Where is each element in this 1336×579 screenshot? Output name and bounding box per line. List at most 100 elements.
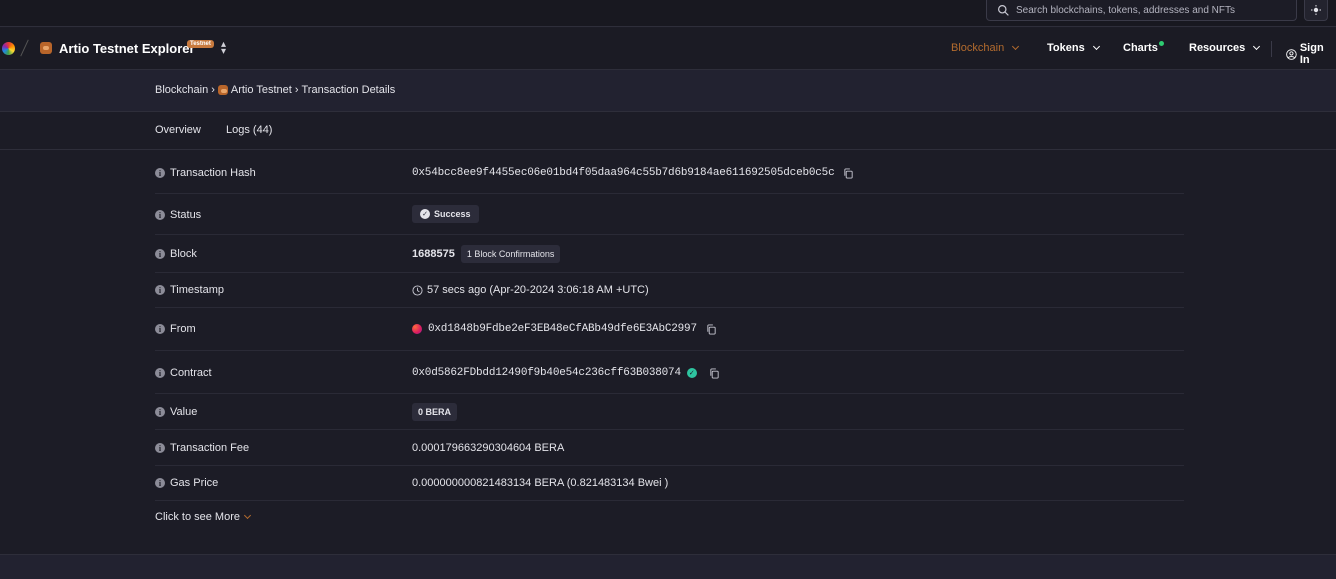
detail-label: i Block	[155, 248, 197, 260]
main-navbar: Artio Testnet Explorer Testnet ▴ ▾ Blockc…	[0, 28, 1336, 70]
fee-label: Transaction Fee	[170, 442, 250, 454]
from-address[interactable]: 0xd1848b9Fdbe2eF3EB48eCfABb49dfe6E3AbC29…	[428, 323, 697, 335]
timestamp-label: Timestamp	[170, 284, 224, 296]
breadcrumb-bar: Blockchain › Artio Testnet › Transaction…	[0, 70, 1336, 112]
detail-value: 0xd1848b9Fdbe2eF3EB48eCfABb49dfe6E3AbC29…	[412, 323, 717, 335]
address-avatar	[412, 324, 422, 334]
detail-label: i From	[155, 323, 196, 335]
chevron-down-icon	[1012, 42, 1020, 51]
info-icon[interactable]: i	[155, 407, 165, 417]
info-icon[interactable]: i	[155, 210, 165, 220]
contract-address[interactable]: 0x0d5862FDbdd12490f9b40e54c236cff63B0380…	[412, 367, 681, 379]
detail-row-fee: i Transaction Fee 0.000179663290304604 B…	[155, 430, 1184, 466]
from-label: From	[170, 323, 196, 335]
detail-row-value: i Value 0 BERA	[155, 394, 1184, 430]
tab-logs[interactable]: Logs (44)	[226, 124, 272, 136]
confirmations-badge: 1 Block Confirmations	[460, 245, 561, 263]
nav-blockchain-label: Blockchain	[951, 42, 1005, 54]
search-input[interactable]	[1016, 4, 1286, 16]
chevron-down-icon	[1092, 42, 1100, 51]
detail-value: 0x0d5862FDbdd12490f9b40e54c236cff63B0380…	[412, 367, 720, 379]
breadcrumb-separator: ›	[211, 84, 215, 96]
testnet-badge: Testnet	[187, 40, 214, 48]
info-icon[interactable]: i	[155, 324, 165, 334]
nav-resources[interactable]: Resources	[1189, 42, 1261, 54]
info-icon[interactable]: i	[155, 368, 165, 378]
detail-label: i Status	[155, 209, 201, 221]
gas-price-value: 0.000000000821483134 BERA (0.821483134 B…	[412, 477, 669, 489]
breadcrumb-network[interactable]: Artio Testnet	[231, 84, 292, 96]
footer-bar	[0, 554, 1336, 579]
info-icon[interactable]: i	[155, 443, 165, 453]
contract-label: Contract	[170, 367, 212, 379]
bera-logo-icon	[217, 85, 228, 95]
copy-icon[interactable]	[706, 323, 717, 335]
info-icon[interactable]: i	[155, 478, 165, 488]
clock-icon	[412, 284, 423, 296]
info-icon[interactable]: i	[155, 285, 165, 295]
detail-row-gas-price: i Gas Price 0.000000000821483134 BERA (0…	[155, 466, 1184, 501]
new-indicator-dot	[1159, 41, 1164, 46]
status-label: Status	[170, 209, 202, 221]
detail-row-from: i From 0xd1848b9Fdbe2eF3EB48eCfABb49dfe6…	[155, 308, 1184, 351]
hash-label: Transaction Hash	[170, 167, 256, 179]
divider	[20, 39, 29, 57]
timestamp-value: 57 secs ago (Apr-20-2024 3:06:18 AM +UTC…	[427, 284, 649, 296]
nav-tokens[interactable]: Tokens	[1047, 42, 1100, 54]
value-label: Value	[170, 406, 198, 418]
sign-in-label: Sign In	[1299, 42, 1324, 66]
breadcrumb-blockchain[interactable]: Blockchain	[155, 84, 208, 96]
detail-value: ✓ Success	[412, 205, 479, 223]
copy-icon[interactable]	[709, 367, 720, 379]
check-circle-icon: ✓	[420, 209, 430, 219]
detail-row-timestamp: i Timestamp 57 secs ago (Apr-20-2024 3:0…	[155, 273, 1184, 308]
detail-label: i Transaction Hash	[155, 167, 256, 179]
detail-label: i Timestamp	[155, 284, 224, 296]
sign-in-button[interactable]: Sign In	[1286, 42, 1336, 66]
detail-label: i Contract	[155, 367, 212, 379]
gas-price-label: Gas Price	[170, 477, 219, 489]
chevron-down-icon	[243, 511, 252, 520]
tabs-bar: Overview Logs (44)	[0, 112, 1336, 150]
info-icon[interactable]: i	[155, 168, 165, 178]
nav-blockchain[interactable]: Blockchain	[951, 42, 1020, 54]
nav-tokens-label: Tokens	[1047, 42, 1085, 54]
search-icon	[998, 4, 1009, 16]
detail-row-hash: i Transaction Hash 0x54bcc8ee9f4455ec06e…	[155, 150, 1184, 194]
status-text: Success	[434, 209, 471, 219]
detail-row-contract: i Contract 0x0d5862FDbdd12490f9b40e54c23…	[155, 351, 1184, 394]
brand-title[interactable]: Artio Testnet Explorer	[59, 41, 195, 56]
chain-wheel-logo[interactable]	[2, 42, 15, 55]
detail-row-status: i Status ✓ Success	[155, 194, 1184, 235]
nav-resources-label: Resources	[1189, 42, 1246, 54]
search-box[interactable]	[986, 0, 1297, 21]
top-utility-bar	[0, 0, 1336, 27]
breadcrumb-current: Transaction Details	[301, 84, 396, 96]
status-badge: ✓ Success	[412, 205, 479, 223]
detail-value: 57 secs ago (Apr-20-2024 3:06:18 AM +UTC…	[412, 284, 649, 296]
detail-row-block: i Block 1688575 1 Block Confirmations	[155, 235, 1184, 273]
detail-label: i Value	[155, 406, 197, 418]
nav-charts-label: Charts	[1123, 42, 1158, 54]
verified-check-icon: ✓	[686, 368, 697, 378]
see-more-label: Click to see More	[155, 511, 240, 523]
copy-icon[interactable]	[843, 167, 854, 179]
theme-toggle-button[interactable]	[1304, 0, 1328, 21]
transaction-hash: 0x54bcc8ee9f4455ec06e01bd4f05daa964c55b7…	[412, 167, 835, 179]
user-icon	[1286, 48, 1297, 60]
detail-label: i Transaction Fee	[155, 442, 249, 454]
nav-charts[interactable]: Charts	[1123, 42, 1158, 54]
sun-icon	[1311, 5, 1321, 15]
tab-overview[interactable]: Overview	[155, 124, 201, 136]
detail-value: 0.000179663290304604 BERA	[412, 442, 564, 454]
chain-switch-icon[interactable]: ▴ ▾	[221, 40, 226, 57]
chevron-down-icon	[1253, 42, 1261, 51]
detail-label: i Gas Price	[155, 477, 218, 489]
detail-value: 1688575 1 Block Confirmations	[412, 245, 561, 263]
info-icon[interactable]: i	[155, 249, 165, 259]
fee-value: 0.000179663290304604 BERA	[412, 442, 565, 454]
block-number[interactable]: 1688575	[412, 248, 455, 260]
bera-logo-icon	[40, 42, 52, 54]
breadcrumb-separator: ›	[294, 84, 299, 96]
see-more-toggle[interactable]: Click to see More	[155, 511, 252, 523]
